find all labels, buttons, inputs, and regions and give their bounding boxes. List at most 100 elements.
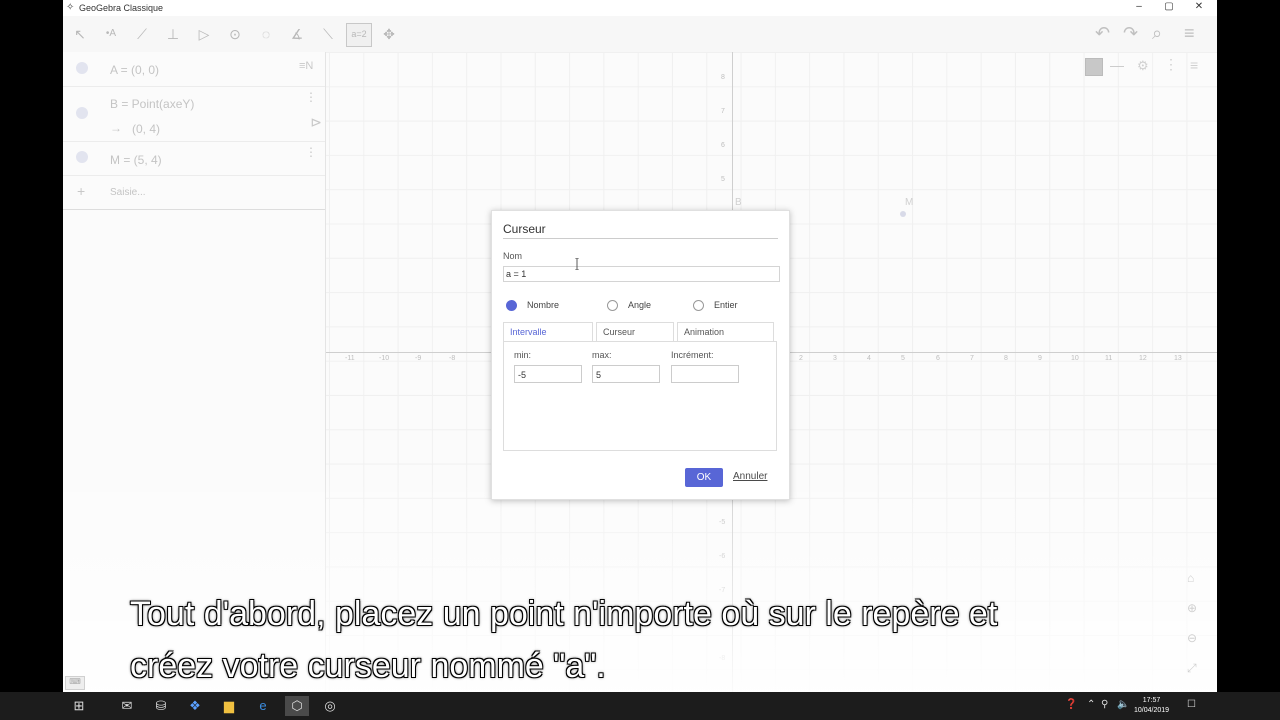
reflect-tool-icon[interactable]: ⟍	[316, 23, 340, 45]
algebra-item-text: B = Point(axeY)	[110, 97, 195, 111]
more-options-icon[interactable]: ⋮	[305, 90, 317, 104]
x-tick-label: 13	[1174, 355, 1182, 362]
polygon-tool-icon[interactable]: ▷	[192, 23, 216, 45]
algebra-input-row[interactable]: + Saisie...	[63, 175, 325, 210]
network-icon[interactable]: ⚲	[1101, 699, 1108, 710]
redo-icon[interactable]: ↷	[1123, 23, 1138, 44]
min-input[interactable]: -5	[514, 365, 582, 383]
zoom-out-icon[interactable]: ⊖	[1187, 631, 1197, 645]
x-tick-label: -10	[379, 355, 390, 362]
radio-angle-label: Angle	[628, 300, 652, 310]
x-tick-label: 3	[833, 355, 837, 362]
y-tick-label: 7	[721, 108, 725, 115]
geogebra-classic-icon[interactable]: ◎	[318, 696, 342, 716]
input-bar[interactable]: Saisie...	[110, 187, 146, 198]
x-tick-label: 9	[1038, 355, 1042, 362]
subtitle-line-1: Tout d'abord, placez un point n'importe …	[130, 595, 998, 633]
max-input[interactable]: 5	[592, 365, 660, 383]
tab-curseur[interactable]: Curseur	[596, 322, 674, 341]
mail-icon[interactable]: ✉	[115, 696, 139, 716]
algebra-item-text: M = (5, 4)	[110, 153, 162, 167]
undo-icon[interactable]: ↶	[1095, 23, 1110, 44]
x-tick-label: 12	[1139, 355, 1147, 362]
help-icon[interactable]: ❓	[1065, 699, 1077, 710]
home-icon[interactable]: ⌂	[1187, 571, 1194, 585]
point-m[interactable]	[900, 211, 906, 217]
title-bar: ✧ GeoGebra Classique – ▢ ✕	[63, 0, 1217, 16]
x-tick-label: -8	[449, 355, 456, 362]
x-tick-label: 2	[799, 355, 803, 362]
perpendicular-tool-icon[interactable]: ⊥	[161, 23, 185, 45]
slider-tool-icon[interactable]: a=2	[346, 23, 372, 47]
radio-entier-label: Entier	[714, 300, 738, 310]
visibility-marker[interactable]	[76, 151, 88, 163]
add-icon[interactable]: +	[77, 183, 85, 199]
algebra-item-value: (0, 4)	[132, 122, 161, 136]
maximize-button[interactable]: ▢	[1154, 0, 1184, 16]
x-tick-label: 6	[936, 355, 940, 362]
angle-tool-icon[interactable]: ∡	[285, 23, 309, 45]
tab-intervalle[interactable]: Intervalle	[503, 322, 593, 341]
store-icon[interactable]: ⛁	[149, 696, 173, 716]
increment-input[interactable]	[671, 365, 739, 383]
dropbox-icon[interactable]: ❖	[183, 696, 207, 716]
x-tick-label: -11	[345, 355, 355, 362]
ok-button[interactable]: OK	[685, 468, 723, 487]
tab-panel-intervalle	[503, 341, 777, 451]
conic-tool-icon[interactable]: ◌	[254, 23, 278, 45]
minimize-button[interactable]: –	[1124, 0, 1154, 16]
clock-date: 10/04/2019	[1134, 707, 1170, 714]
algebra-item-a[interactable]: A = (0, 0)	[63, 52, 325, 87]
y-tick-label: 8	[721, 74, 725, 81]
y-tick-label: 5	[721, 176, 725, 183]
dialog-title: Curseur	[503, 222, 546, 236]
windows-start-icon[interactable]: ⊞	[67, 696, 91, 716]
chevron-up-icon[interactable]: ⌃	[1087, 699, 1095, 710]
window-title: GeoGebra Classique	[79, 3, 164, 13]
style-color-swatch[interactable]	[1085, 58, 1103, 76]
algebra-item-m[interactable]: M = (5, 4) ⋮	[63, 141, 325, 176]
point-b-label: B	[735, 197, 742, 208]
taskbar-clock[interactable]: 17:57 10/04/2019	[1134, 696, 1169, 716]
clock-time: 17:57	[1142, 697, 1161, 704]
circle-tool-icon[interactable]: ⊙	[223, 23, 247, 45]
algebra-item-b[interactable]: B = Point(axeY) → (0, 4) ⋮ ⊳	[63, 86, 325, 142]
close-button[interactable]: ✕	[1184, 0, 1214, 16]
menu-icon[interactable]: ≡	[1184, 23, 1195, 44]
move-view-tool-icon[interactable]: ✥	[377, 23, 401, 45]
edge-icon[interactable]: e	[251, 696, 275, 716]
more-options-icon[interactable]: ⋮	[305, 145, 317, 159]
visibility-marker[interactable]	[76, 62, 88, 74]
x-tick-label: 10	[1071, 355, 1079, 362]
x-tick-label: -9	[415, 355, 422, 362]
fullscreen-icon[interactable]: ⤢	[1187, 661, 1197, 676]
notifications-icon[interactable]: ☐	[1187, 699, 1196, 710]
x-tick-label: 4	[867, 355, 871, 362]
gear-icon[interactable]: ⚙	[1137, 58, 1149, 74]
point-tool-icon[interactable]: •A	[99, 23, 123, 45]
line-tool-icon[interactable]: ⟋	[130, 23, 154, 45]
geogebra-app-icon[interactable]: ⬡	[285, 696, 309, 716]
search-icon[interactable]: ⌕	[1152, 23, 1162, 44]
radio-angle[interactable]	[607, 300, 618, 311]
more-options-icon[interactable]: ⋮	[1164, 56, 1178, 73]
x-tick-label: 11	[1105, 355, 1113, 362]
zoom-in-icon[interactable]: ⊕	[1187, 601, 1197, 615]
play-icon[interactable]: ⊳	[310, 114, 322, 131]
style-bar-toggle-icon[interactable]: ≡	[1190, 57, 1198, 73]
increment-label: Incrément:	[671, 350, 714, 360]
keyboard-icon[interactable]: ⌨	[65, 676, 85, 690]
algebra-item-text: A = (0, 0)	[110, 63, 160, 77]
cancel-button[interactable]: Annuler	[733, 471, 767, 482]
move-tool-icon[interactable]: ↖	[68, 23, 92, 45]
geogebra-logo-icon: ✧	[66, 2, 75, 13]
line-style-icon[interactable]: —	[1110, 57, 1124, 73]
file-explorer-icon[interactable]: ▆	[217, 696, 241, 716]
name-input[interactable]: a = 1	[503, 266, 780, 282]
tab-animation[interactable]: Animation	[677, 322, 774, 341]
radio-nombre[interactable]	[506, 300, 517, 311]
radio-entier[interactable]	[693, 300, 704, 311]
volume-icon[interactable]: 🔈	[1117, 699, 1129, 710]
visibility-marker[interactable]	[76, 107, 88, 119]
x-tick-label: 7	[970, 355, 974, 362]
